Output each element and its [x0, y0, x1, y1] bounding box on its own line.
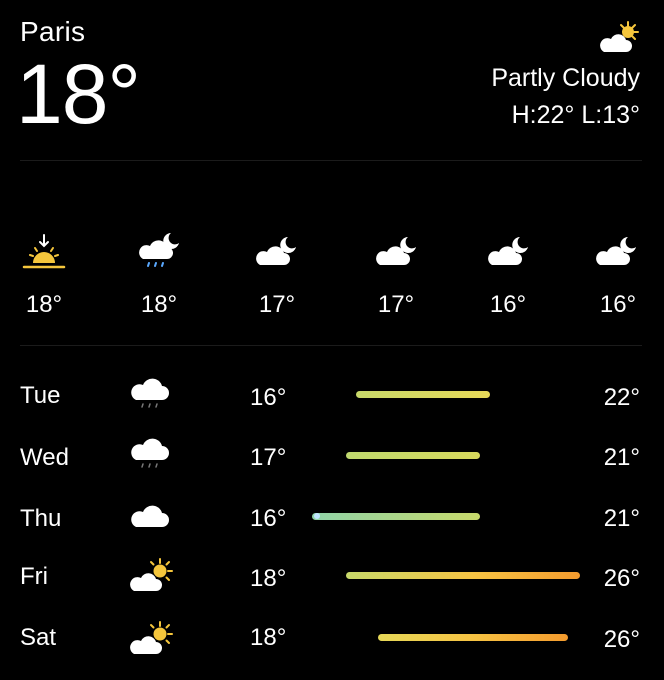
divider	[20, 345, 642, 346]
list-item[interactable]: Tue 16° 22°	[0, 372, 664, 420]
list-item[interactable]: Sat 18° 26°	[0, 614, 664, 662]
day-name: Fri	[20, 563, 48, 590]
temp-range-bar	[378, 634, 568, 641]
day-name: Thu	[20, 505, 62, 532]
divider	[20, 160, 642, 161]
hour-temp: 18°	[25, 291, 63, 318]
temp-range-bar	[312, 513, 480, 520]
cloud-moon-icon	[256, 235, 300, 275]
high-low-text: H:22° L:13°	[511, 101, 640, 129]
day-name: Tue	[20, 382, 61, 409]
partly-cloudy-day-icon	[130, 555, 174, 595]
list-item[interactable]: Fri 18° 26°	[0, 553, 664, 601]
day-low-temp: 16°	[250, 505, 287, 532]
list-item[interactable]: Thu 16° 21°	[0, 493, 664, 541]
cloud-moon-rain-icon	[137, 231, 181, 271]
hour-temp: 18°	[140, 291, 178, 318]
day-high-temp: 21°	[603, 505, 640, 532]
sunset-icon	[22, 233, 66, 273]
cloud-rain-icon	[130, 374, 174, 414]
temp-range-bar	[346, 572, 580, 579]
cloud-moon-icon	[376, 235, 420, 275]
day-name: Wed	[20, 444, 69, 471]
hour-temp: 17°	[258, 291, 296, 318]
daily-forecast: Tue 16° 22° Wed 17° 21° Thu 16° 21° Fri …	[0, 360, 664, 670]
day-high-temp: 26°	[603, 626, 640, 653]
hourly-forecast: 18° 18° 17° 17° 16° 16°	[0, 225, 664, 325]
hour-temp: 17°	[377, 291, 415, 318]
cloud-moon-icon	[596, 235, 640, 275]
cloud-icon	[130, 497, 174, 537]
cloud-moon-icon	[488, 235, 532, 275]
temp-range-bar	[356, 391, 490, 398]
day-name: Sat	[20, 624, 57, 651]
day-low-temp: 18°	[250, 624, 287, 651]
day-low-temp: 16°	[250, 384, 287, 411]
list-item[interactable]: Wed 17° 21°	[0, 432, 664, 480]
day-low-temp: 17°	[250, 444, 287, 471]
current-temp-dot	[314, 513, 320, 519]
partly-cloudy-day-icon	[130, 618, 174, 658]
hour-temp: 16°	[489, 291, 527, 318]
city-name: Paris	[20, 16, 86, 47]
temp-range-bar	[346, 452, 480, 459]
hour-temp: 16°	[599, 291, 637, 318]
day-high-temp: 26°	[603, 565, 640, 592]
day-high-temp: 22°	[603, 384, 640, 411]
day-low-temp: 18°	[250, 565, 287, 592]
condition-text: Partly Cloudy	[491, 64, 640, 92]
day-high-temp: 21°	[603, 444, 640, 471]
current-temperature: 18°	[16, 47, 141, 141]
partly-cloudy-day-icon	[598, 20, 642, 56]
cloud-rain-icon	[130, 434, 174, 474]
